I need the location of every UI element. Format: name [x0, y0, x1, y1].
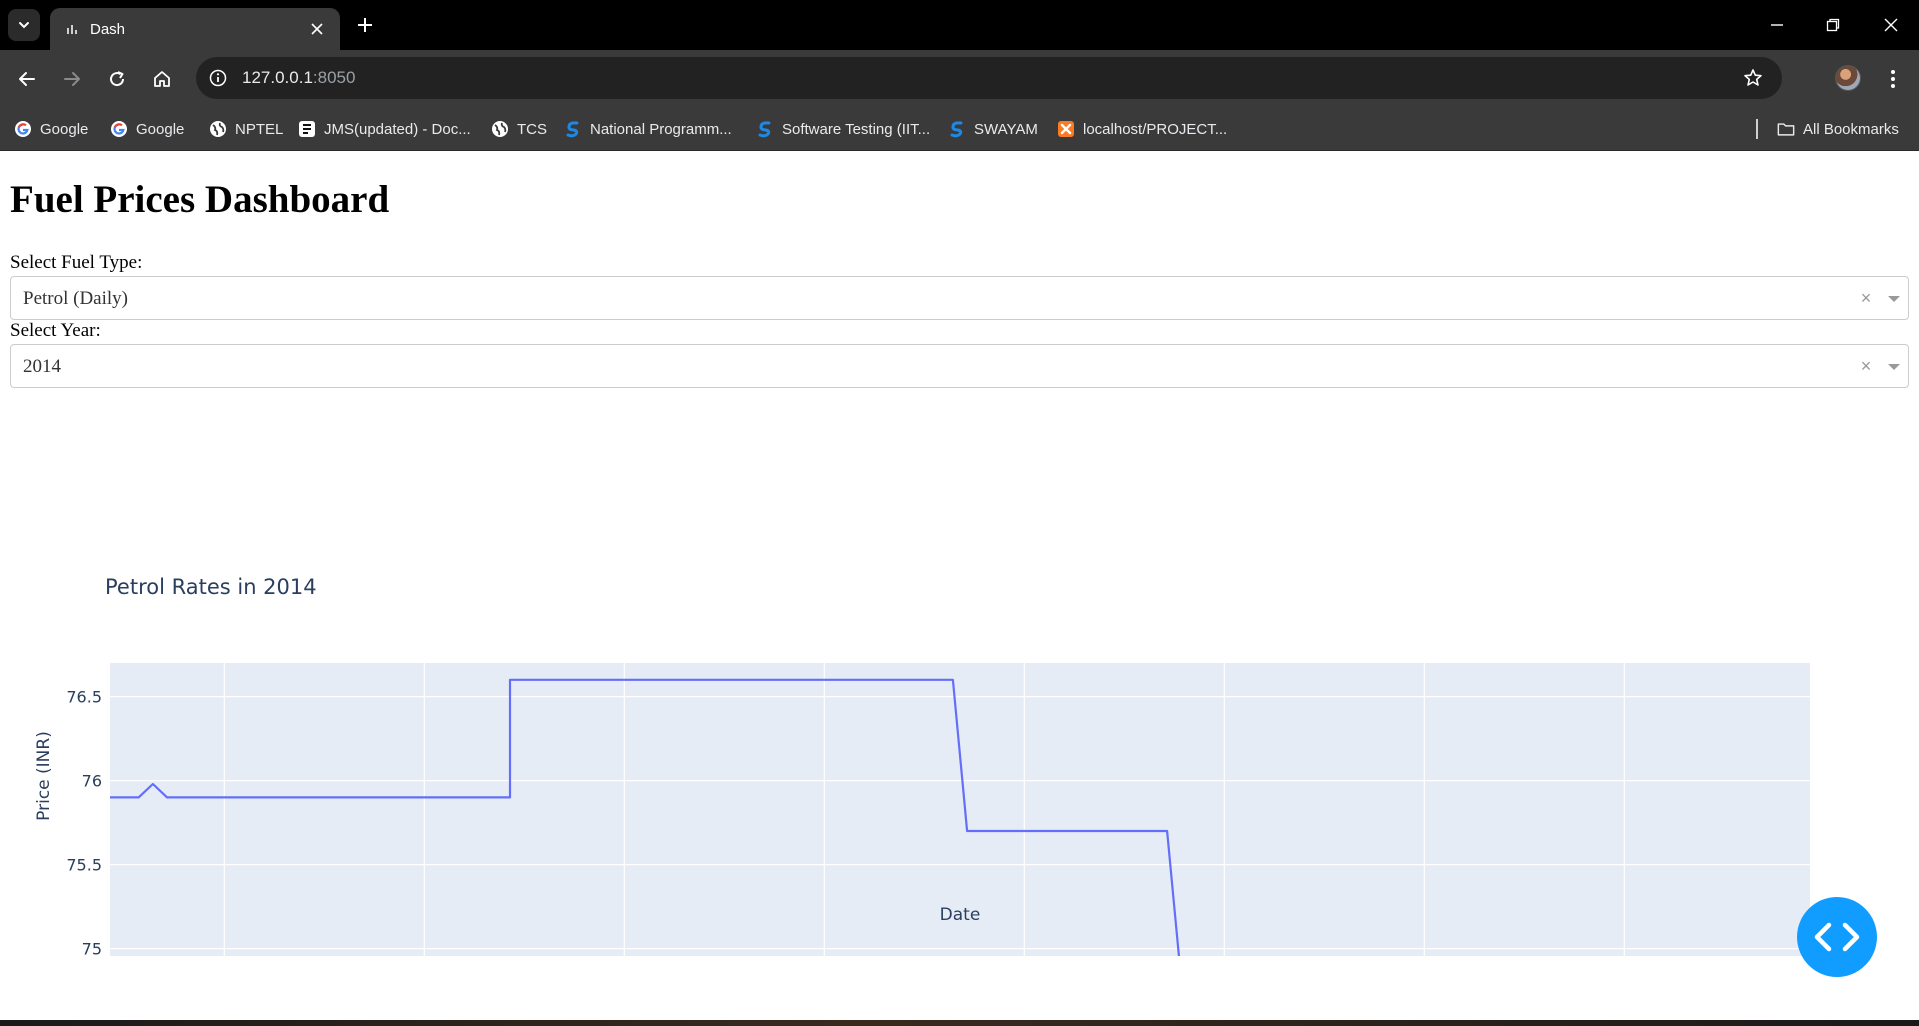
all-bookmarks-button[interactable]: All Bookmarks — [1777, 117, 1899, 141]
dropdown-arrow-icon[interactable] — [1888, 296, 1900, 302]
bookmark-google-2[interactable]: Google — [110, 117, 184, 141]
chart-title: Petrol Rates in 2014 — [105, 575, 317, 599]
bookmark-google-1[interactable]: Google — [14, 117, 88, 141]
clear-selection-icon[interactable]: × — [1858, 288, 1874, 308]
fuel-type-label: Select Fuel Type: — [10, 252, 143, 273]
folder-icon — [1777, 120, 1795, 138]
close-icon — [1884, 18, 1898, 32]
bookmark-label: Software Testing (IIT... — [782, 120, 931, 138]
arrow-left-icon — [19, 72, 35, 86]
y-tick-label: 76 — [82, 772, 102, 791]
swayam-icon — [756, 120, 774, 138]
kebab-menu-icon — [1891, 70, 1895, 88]
browser-toolbar: 127.0.0.1:8050 — [0, 50, 1919, 108]
tab-strip: Dash — [0, 0, 1919, 50]
browser-menu-button[interactable] — [1880, 64, 1906, 94]
bookmark-nptel[interactable]: NPTEL — [209, 117, 283, 141]
back-button[interactable] — [12, 64, 42, 94]
close-window-button[interactable] — [1876, 10, 1906, 40]
star-icon — [1744, 69, 1762, 86]
bookmark-label: localhost/PROJECT... — [1083, 120, 1228, 138]
year-dropdown[interactable]: 2014 × — [10, 344, 1909, 388]
bookmark-national-programme[interactable]: National Programm... — [564, 117, 732, 141]
bookmark-label: Google — [136, 120, 185, 138]
bookmark-label: TCS — [517, 120, 547, 138]
y-tick-label: 76.5 — [66, 688, 102, 707]
home-button[interactable] — [147, 64, 177, 94]
globe-icon — [209, 120, 227, 138]
tab-close-button[interactable] — [306, 18, 328, 40]
price-line-chart[interactable]: Petrol Rates in 2014 7575.57676.5Feb 920… — [10, 396, 1909, 1026]
swayam-icon — [948, 120, 966, 138]
bookmarks-separator — [1756, 119, 1758, 139]
swayam-icon — [564, 120, 582, 138]
year-label: Select Year: — [10, 320, 101, 341]
dash-debug-button[interactable] — [1797, 897, 1877, 977]
bookmark-label: JMS(updated) - Doc... — [324, 120, 471, 138]
restore-button[interactable] — [1818, 10, 1848, 40]
clear-selection-icon[interactable]: × — [1858, 356, 1874, 376]
reload-icon — [110, 71, 125, 87]
minimize-icon — [1771, 24, 1783, 26]
plus-icon — [358, 18, 372, 32]
bookmark-localhost-project[interactable]: localhost/PROJECT... — [1057, 117, 1227, 141]
reload-button[interactable] — [102, 64, 132, 94]
arrow-right-icon — [64, 72, 80, 86]
bookmark-jms[interactable]: JMS(updated) - Doc... — [298, 117, 471, 141]
url-port: :8050 — [312, 68, 356, 87]
y-tick-label: 75 — [82, 940, 102, 956]
new-tab-button[interactable] — [352, 12, 378, 38]
chevron-down-icon — [19, 22, 29, 29]
taskbar-edge — [0, 1020, 1919, 1026]
address-bar[interactable]: 127.0.0.1:8050 — [196, 57, 1782, 99]
year-value: 2014 — [23, 356, 61, 377]
bookmark-label: NPTEL — [235, 120, 284, 138]
restore-icon — [1826, 18, 1840, 32]
bookmark-label: Google — [40, 120, 89, 138]
google-icon — [110, 120, 128, 138]
bookmark-tcs[interactable]: TCS — [491, 117, 547, 141]
bookmarks-bar: Google Google NPTEL JMS(updated) - Doc..… — [0, 108, 1919, 151]
fuel-type-value: Petrol (Daily) — [23, 288, 129, 309]
dropdown-arrow-icon[interactable] — [1888, 364, 1900, 370]
home-icon — [154, 71, 170, 87]
fuel-type-dropdown[interactable]: Petrol (Daily) × — [10, 276, 1909, 320]
browser-tab[interactable]: Dash — [50, 8, 340, 50]
x-axis-title: Date — [940, 905, 981, 925]
bookmark-label: SWAYAM — [974, 120, 1038, 138]
document-icon — [298, 120, 316, 138]
y-axis-title: Price (INR) — [34, 731, 54, 821]
dash-favicon-icon — [67, 25, 77, 34]
code-brackets-icon — [1814, 922, 1860, 952]
all-bookmarks-label: All Bookmarks — [1803, 120, 1899, 138]
globe-icon — [491, 120, 509, 138]
bookmark-software-testing[interactable]: Software Testing (IIT... — [756, 117, 930, 141]
page-title: Fuel Prices Dashboard — [10, 178, 390, 221]
y-tick-label: 75.5 — [66, 856, 102, 875]
bookmark-label: National Programm... — [590, 120, 732, 138]
xampp-icon — [1057, 120, 1075, 138]
profile-avatar[interactable] — [1835, 65, 1861, 91]
tab-title: Dash — [90, 21, 126, 38]
url-text[interactable]: 127.0.0.1:8050 — [242, 68, 355, 88]
minimize-button[interactable] — [1762, 10, 1792, 40]
tab-search-button[interactable] — [8, 9, 40, 41]
dash-page: Fuel Prices Dashboard Select Fuel Type: … — [0, 151, 1919, 1026]
bookmark-star-button[interactable] — [1740, 65, 1766, 91]
google-icon — [14, 120, 32, 138]
close-icon — [311, 23, 323, 35]
bookmark-swayam[interactable]: SWAYAM — [948, 117, 1038, 141]
chart-svg: Petrol Rates in 2014 7575.57676.5Feb 920… — [34, 575, 1810, 1026]
url-host: 127.0.0.1 — [242, 68, 313, 87]
info-icon — [209, 69, 227, 87]
site-info-button[interactable] — [206, 66, 230, 90]
forward-button[interactable] — [57, 64, 87, 94]
